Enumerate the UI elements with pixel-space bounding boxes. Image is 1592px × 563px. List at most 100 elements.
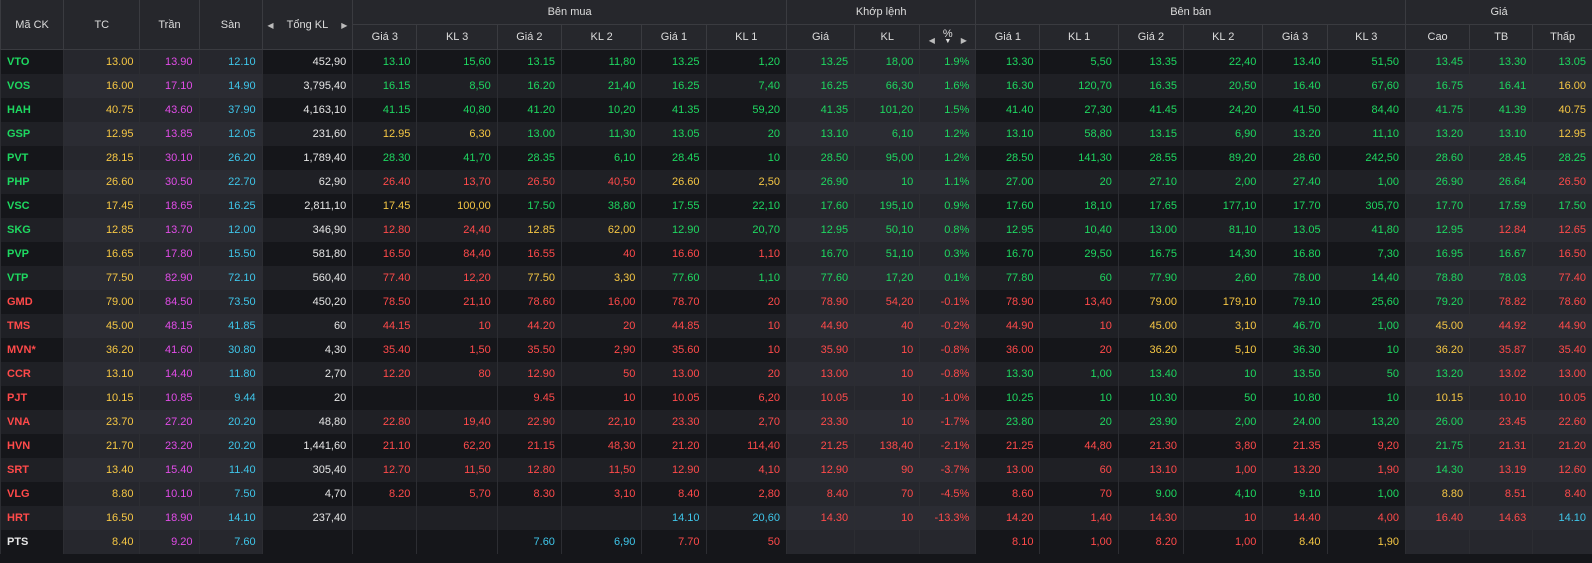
group-sell: Bên bán xyxy=(975,0,1406,25)
col-ceil[interactable]: Trần xyxy=(139,0,200,50)
col-buy-4[interactable]: Giá 1 xyxy=(641,24,706,50)
sell-cell: 28.50 xyxy=(975,146,1040,170)
table-row[interactable]: PTS 8.40 9.20 7.60 7.60 6,90 7.70 50 8.10 1,00 8.2… xyxy=(0,530,1592,554)
col-total-vol[interactable]: ◀ Tổng KL ▶ xyxy=(261,0,353,50)
match-cell: 17.60 xyxy=(785,194,855,218)
table-row[interactable]: VLG 8.80 10.10 7.50 4,70 8.20 5,70 8.30 3,10 8.40… xyxy=(0,482,1592,506)
table-row[interactable]: GSP 12.95 13.85 12.05 231,60 12.95 6,30 13.00 11… xyxy=(0,122,1592,146)
table-row[interactable]: HAH 40.75 43.60 37.90 4,163,10 41.15 40,80 41.2… xyxy=(0,98,1592,122)
price-cell: 17.50 xyxy=(1532,194,1592,218)
buy-cell: 12.80 xyxy=(352,218,417,242)
col-buy-1[interactable]: KL 3 xyxy=(416,24,498,50)
ref-cell: 13.00 xyxy=(63,49,140,74)
total-vol-cell: 60 xyxy=(261,314,353,338)
col-sell-2[interactable]: Giá 2 xyxy=(1117,24,1184,50)
table-row[interactable]: MVN* 36.20 41.60 30.80 4,30 35.40 1,50 35.50 2,9… xyxy=(0,338,1592,362)
ref-cell: 45.00 xyxy=(63,314,140,338)
ceil-cell: 10.10 xyxy=(139,482,200,506)
col-floor[interactable]: Sàn xyxy=(198,0,263,50)
sell-cell: 14.40 xyxy=(1262,506,1328,530)
total-vol-cell: 4,70 xyxy=(261,482,353,506)
buy-cell: 7,40 xyxy=(705,74,787,98)
col-sell-4[interactable]: Giá 3 xyxy=(1262,24,1328,50)
price-cell: 17.59 xyxy=(1469,194,1533,218)
sell-cell: 9.10 xyxy=(1262,482,1328,506)
sell-cell: 10,40 xyxy=(1039,218,1119,242)
floor-cell: 12.10 xyxy=(198,49,263,74)
buy-cell: 1,20 xyxy=(705,49,787,74)
buy-cell xyxy=(416,506,498,530)
match-cell: 13.10 xyxy=(785,122,855,146)
table-row[interactable]: GMD 79.00 84.50 73.50 450,20 78.50 21,10 78.60 1… xyxy=(0,290,1592,314)
ref-cell: 13.10 xyxy=(63,362,140,386)
price-cell: 26.90 xyxy=(1405,170,1470,194)
table-row[interactable]: CCR 13.10 14.40 11.80 2,70 12.20 80 12.90 50 13.0… xyxy=(0,362,1592,386)
buy-cell: 38,80 xyxy=(560,194,642,218)
price-cell: 13.00 xyxy=(1532,362,1592,386)
sell-cell: 242,50 xyxy=(1326,146,1406,170)
match-cell: -0.1% xyxy=(919,290,976,314)
buy-cell: 20 xyxy=(705,122,787,146)
buy-cell: 5,70 xyxy=(416,482,498,506)
table-row[interactable]: VNA 23.70 27.20 20.20 48,80 22.80 19,40 22.90 22… xyxy=(0,410,1592,434)
table-row[interactable]: SKG 12.85 13.70 12.00 346,90 12.80 24,40 12.85 6… xyxy=(0,218,1592,242)
buy-cell: 77.50 xyxy=(496,266,562,290)
col-match-1[interactable]: KL xyxy=(854,24,920,50)
table-row[interactable]: VOS 16.00 17.10 14.90 3,795,40 16.15 8,50 16.20… xyxy=(0,74,1592,98)
col-buy-2[interactable]: Giá 2 xyxy=(496,24,562,50)
table-row[interactable]: VTP 77.50 82.90 72.10 560,40 77.40 12,20 77.50 3… xyxy=(0,266,1592,290)
col-buy-0[interactable]: Giá 3 xyxy=(352,24,417,50)
col-symbol[interactable]: Mã CK xyxy=(0,0,64,50)
col-price-1[interactable]: TB xyxy=(1469,24,1533,50)
sell-cell: 25,60 xyxy=(1326,290,1406,314)
floor-cell: 30.80 xyxy=(198,338,263,362)
price-cell: 44.90 xyxy=(1532,314,1592,338)
pct-prev-icon[interactable]: ◀ xyxy=(929,36,935,45)
col-sell-0[interactable]: Giá 1 xyxy=(975,24,1040,50)
ceil-cell: 48.15 xyxy=(139,314,200,338)
sell-cell: 60 xyxy=(1039,266,1119,290)
price-cell: 12.60 xyxy=(1532,458,1592,482)
pct-next-icon[interactable]: ▶ xyxy=(961,36,967,45)
scroll-right-icon[interactable]: ▶ xyxy=(341,21,347,30)
sell-cell: 13.20 xyxy=(1262,458,1328,482)
floor-cell: 20.20 xyxy=(198,434,263,458)
table-row[interactable]: TMS 45.00 48.15 41.85 60 44.15 10 44.20 20 44.85 1… xyxy=(0,314,1592,338)
sell-cell: 77.80 xyxy=(975,266,1040,290)
col-buy-5[interactable]: KL 1 xyxy=(705,24,787,50)
sell-cell: 78.90 xyxy=(975,290,1040,314)
col-sell-1[interactable]: KL 1 xyxy=(1039,24,1119,50)
sell-cell: 16.40 xyxy=(1262,74,1328,98)
scroll-left-icon[interactable]: ◀ xyxy=(267,21,273,30)
table-row[interactable]: HRT 16.50 18.90 14.10 237,40 14.10 20,60 14.30 1… xyxy=(0,506,1592,530)
col-match-0[interactable]: Giá xyxy=(785,24,855,50)
sell-cell: 17.70 xyxy=(1262,194,1328,218)
price-cell: 78.80 xyxy=(1405,266,1470,290)
symbol-cell: GMD xyxy=(0,290,64,314)
symbol-cell: PVT xyxy=(0,146,64,170)
table-row[interactable]: PVP 16.65 17.80 15.50 581,80 16.50 84,40 16.55 4… xyxy=(0,242,1592,266)
table-row[interactable]: PHP 26.60 30.50 22.70 62,90 26.40 13,70 26.50 40… xyxy=(0,170,1592,194)
buy-cell: 35.60 xyxy=(641,338,706,362)
table-row[interactable]: PJT 10.15 10.85 9.44 20 9.45 10 10.05 6,20 10.05 1… xyxy=(0,386,1592,410)
col-buy-3[interactable]: KL 2 xyxy=(560,24,642,50)
table-row[interactable]: SRT 13.40 15.40 11.40 305,40 12.70 11,50 12.80 1… xyxy=(0,458,1592,482)
col-ref[interactable]: TC xyxy=(63,0,140,50)
table-row[interactable]: HVN 21.70 23.20 20.20 1,441,60 21.10 62,20 21.1… xyxy=(0,434,1592,458)
col-price-2[interactable]: Thấp xyxy=(1532,24,1592,50)
buy-cell xyxy=(352,530,417,554)
col-match-pct[interactable]: ◀ % ▼ ▶ xyxy=(919,24,976,50)
col-sell-5[interactable]: KL 3 xyxy=(1326,24,1406,50)
price-cell: 79.20 xyxy=(1405,290,1470,314)
total-vol-cell: 1,441,60 xyxy=(261,434,353,458)
table-row[interactable]: VSC 17.45 18.65 16.25 2,811,10 17.45 100,00 17.… xyxy=(0,194,1592,218)
match-cell: -0.2% xyxy=(919,314,976,338)
table-row[interactable]: PVT 28.15 30.10 26.20 1,789,40 28.30 41,70 28.3… xyxy=(0,146,1592,170)
col-sell-3[interactable]: KL 2 xyxy=(1183,24,1263,50)
table-row[interactable]: VTO 13.00 13.90 12.10 452,90 13.10 15,60 13.15 1… xyxy=(0,49,1592,74)
sell-cell: 10 xyxy=(1326,338,1406,362)
price-cell: 23.45 xyxy=(1469,410,1533,434)
ref-cell: 8.80 xyxy=(63,482,140,506)
col-price-0[interactable]: Cao xyxy=(1405,24,1470,50)
match-cell: 16.25 xyxy=(785,74,855,98)
